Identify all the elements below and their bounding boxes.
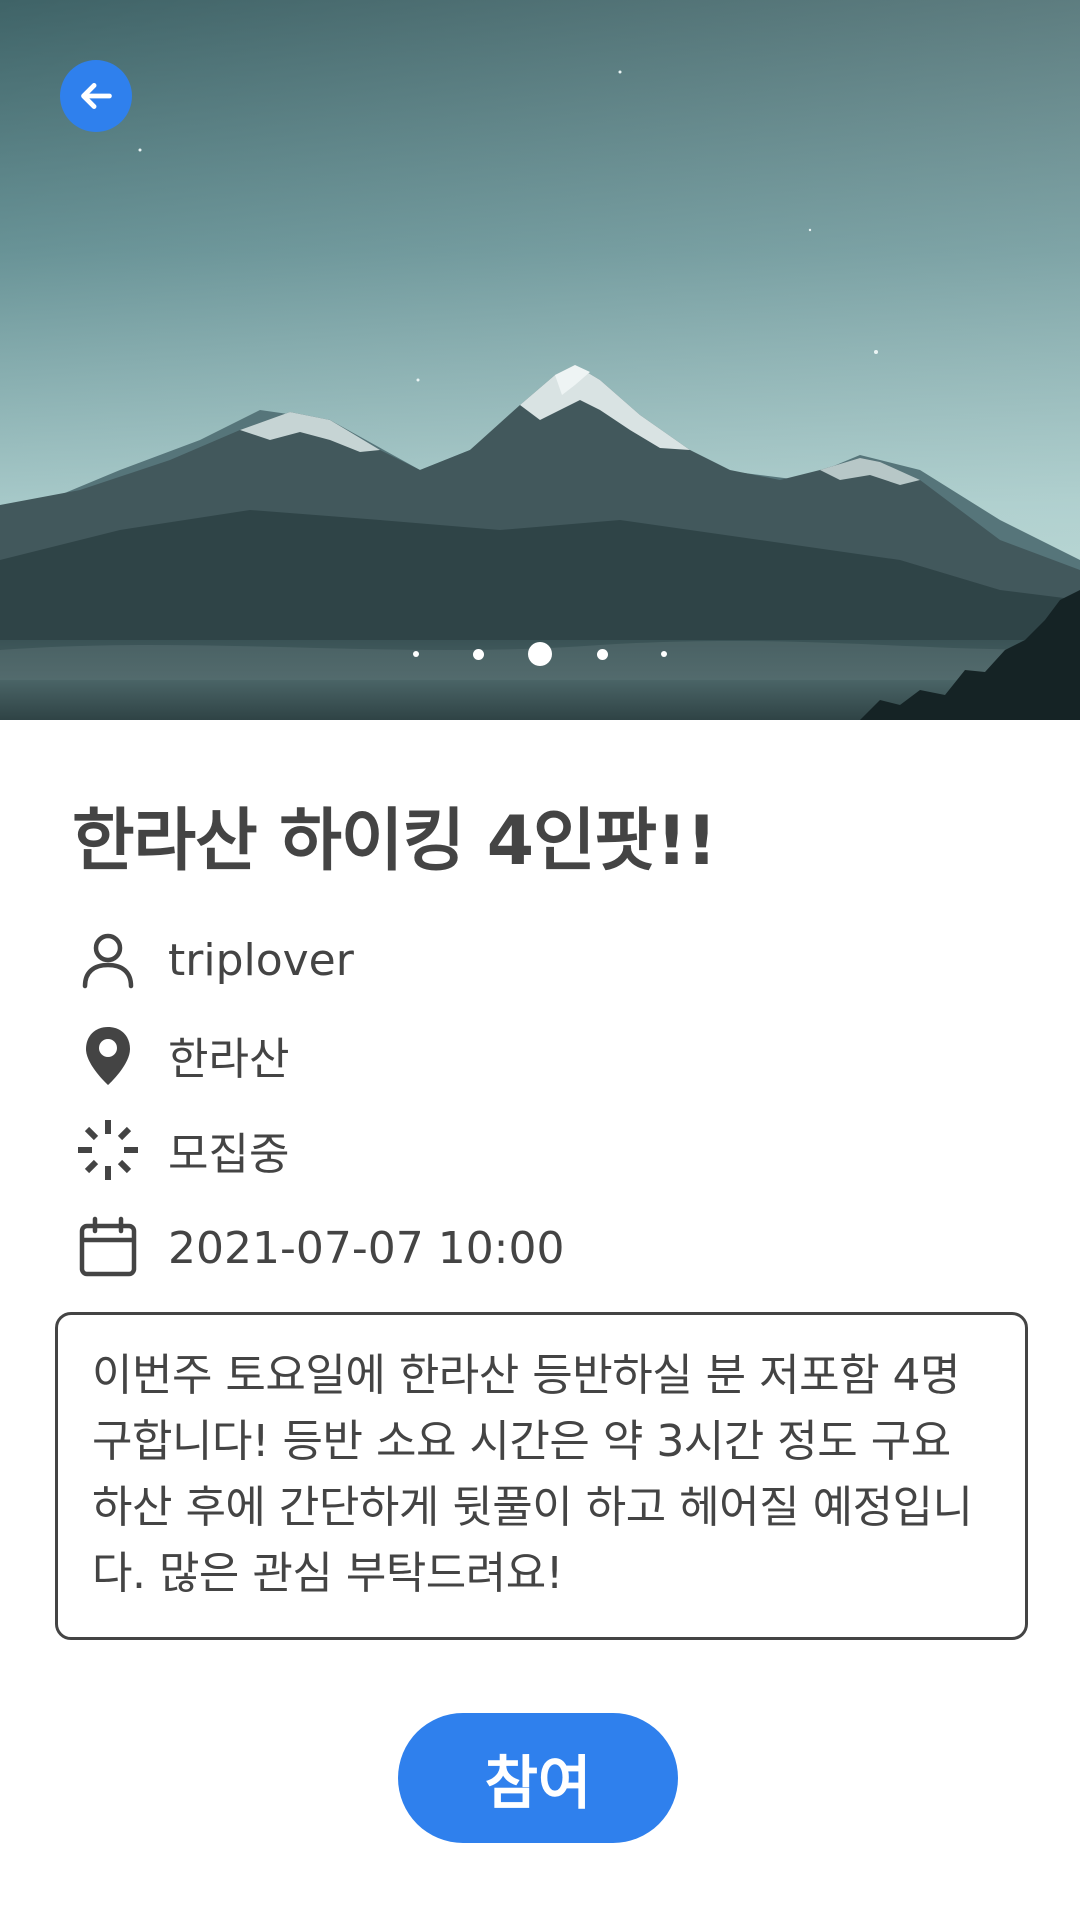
carousel-dot[interactable]	[472, 648, 484, 660]
back-button[interactable]	[60, 60, 132, 132]
author-name: triplover	[168, 934, 354, 986]
person-icon	[72, 924, 144, 996]
post-title: 한라산 하이킹 4인팟!!	[72, 802, 717, 881]
carousel-dot[interactable]	[413, 651, 419, 657]
location-text: 한라산	[168, 1034, 290, 1085]
datetime-text: 2021-07-07 10:00	[168, 1222, 565, 1274]
description-text: 이번주 토요일에 한라산 등반하실 분 저포함 4명 구합니다! 등반 소요 시…	[92, 1350, 973, 1599]
datetime-row: 2021-07-07 10:00	[72, 1208, 565, 1288]
status-row: 모집중	[72, 1110, 289, 1190]
calendar-icon	[72, 1212, 144, 1284]
carousel-dot-active[interactable]	[528, 642, 552, 666]
mountain-photo	[0, 0, 1080, 720]
arrow-left-icon	[81, 83, 112, 109]
carousel-indicator	[0, 640, 1080, 668]
author-row: triplover	[72, 920, 354, 1000]
image-carousel[interactable]	[0, 0, 1080, 720]
carousel-dot[interactable]	[661, 651, 667, 657]
post-detail-screen: 한라산 하이킹 4인팟!! triplover 한라산 모집중 2021-07-…	[0, 0, 1080, 1920]
map-pin-icon	[72, 1019, 144, 1091]
location-row: 한라산	[72, 1015, 289, 1095]
carousel-dot[interactable]	[596, 648, 608, 660]
join-button[interactable]: 참여	[398, 1713, 678, 1843]
status-text: 모집중	[168, 1129, 290, 1180]
description-box: 이번주 토요일에 한라산 등반하실 분 저포함 4명 구합니다! 등반 소요 시…	[55, 1312, 1028, 1640]
loading-spinner-icon	[72, 1114, 144, 1186]
